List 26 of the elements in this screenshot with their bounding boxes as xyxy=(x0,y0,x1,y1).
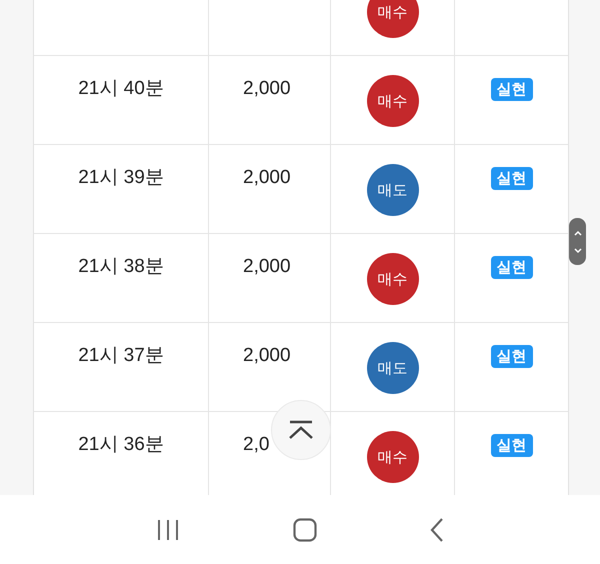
scroll-handle[interactable] xyxy=(569,218,586,265)
price-text: 2,000 xyxy=(243,344,291,368)
time-text: 21시 37분 xyxy=(78,344,164,368)
scroll-top-icon xyxy=(287,420,315,440)
order-badge: 매수 xyxy=(366,431,418,483)
status-tag: 실현 xyxy=(490,345,532,368)
recent-apps-icon[interactable] xyxy=(156,518,180,540)
price-text: 2,0 xyxy=(243,433,270,457)
price-text: 2,000 xyxy=(243,77,291,101)
back-icon[interactable] xyxy=(430,518,444,542)
price-text: 2,000 xyxy=(243,255,291,279)
time-text: 21시 39분 xyxy=(78,166,164,190)
time-text: 21시 36분 xyxy=(78,433,164,457)
order-badge: 매수 xyxy=(366,0,418,38)
order-badge: 매수 xyxy=(366,75,418,127)
price-text: 2,000 xyxy=(243,166,291,190)
time-text: 21시 38분 xyxy=(78,255,164,279)
status-tag: 실현 xyxy=(490,78,532,101)
status-tag: 실현 xyxy=(490,167,532,190)
status-tag: 실현 xyxy=(490,434,532,457)
order-badge: 매수 xyxy=(366,253,418,305)
home-icon[interactable] xyxy=(292,518,317,542)
order-badge: 매도 xyxy=(366,342,418,394)
order-badge: 매도 xyxy=(366,164,418,216)
time-text: 21시 40분 xyxy=(78,77,164,101)
status-tag: 실현 xyxy=(490,256,532,279)
